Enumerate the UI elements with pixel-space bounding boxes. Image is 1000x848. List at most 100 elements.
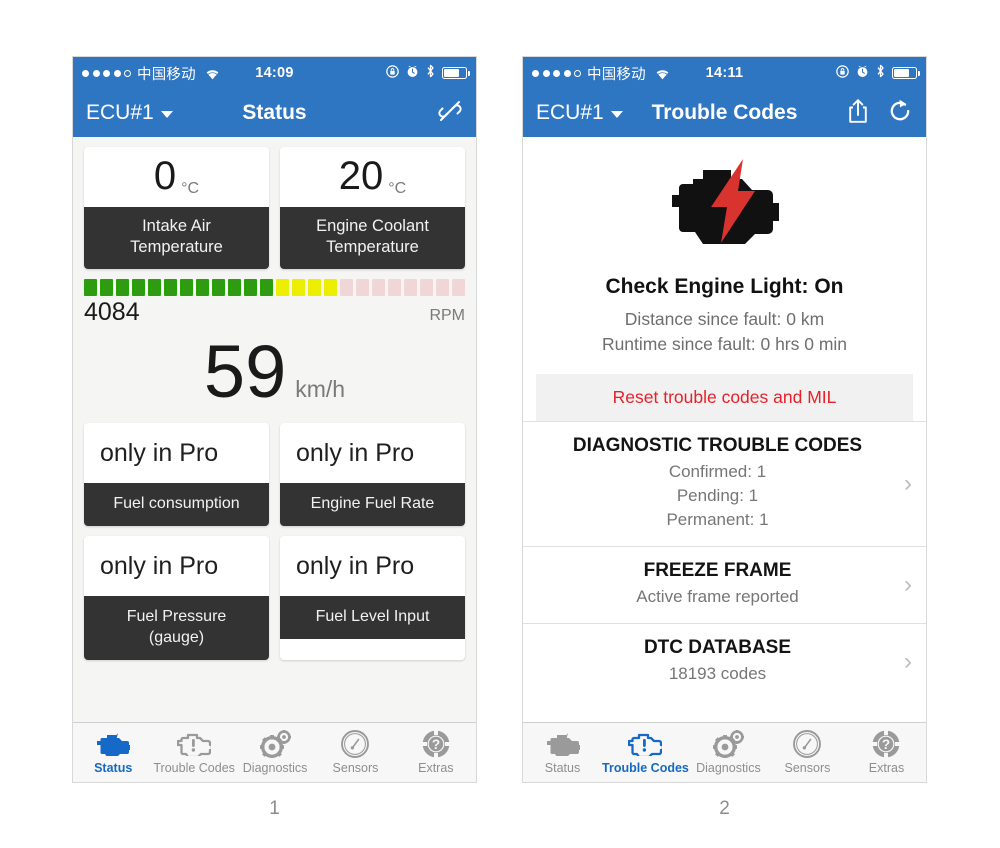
tab-label: Extras — [418, 761, 454, 775]
chevron-down-icon — [610, 110, 623, 118]
chevron-right-icon: › — [904, 571, 912, 599]
confirmed-count: Confirmed: 1 — [668, 461, 767, 481]
gauge-value: 20 — [338, 154, 384, 198]
gauge-value: 0 — [153, 154, 177, 198]
nav-bar-right — [437, 98, 463, 129]
gauge-label: Engine Coolant Temperature — [280, 207, 465, 270]
speed-unit: km/h — [295, 376, 346, 403]
tab-diagnostics[interactable]: Diagnostics — [235, 728, 315, 775]
rpm-segment — [243, 279, 258, 297]
pro-tile-row-2: only in Pro Fuel Pressure (gauge) only i… — [73, 536, 476, 660]
gauge-value-row: 20 °C — [280, 147, 465, 207]
tile-fuel-consumption[interactable]: only in Pro Fuel consumption — [84, 423, 269, 527]
nav-bar-right — [847, 98, 913, 129]
tab-extras[interactable]: ? Extras — [396, 728, 476, 775]
row-subtitle: Confirmed: 1 Pending: 1 Permanent: 1 — [539, 460, 896, 532]
rpm-segment — [115, 279, 130, 297]
tile-value-row: only in Pro — [84, 536, 269, 596]
pro-tile-row-1: only in Pro Fuel consumption only in Pro… — [73, 423, 476, 527]
row-dtc-database[interactable]: DTC DATABASE 18193 codes › — [523, 623, 926, 700]
rpm-segment — [179, 279, 194, 297]
rpm-segment — [451, 279, 466, 297]
share-icon[interactable] — [847, 98, 869, 129]
pending-count: Pending: 1 — [676, 485, 759, 505]
rpm-unit: RPM — [429, 307, 465, 325]
tab-bar: Status Trouble Codes Diagnostics Sensors? Ex… — [73, 722, 476, 782]
tab-label: Extras — [868, 761, 905, 775]
tab-status[interactable]: Status — [523, 728, 602, 775]
unlink-icon[interactable] — [437, 98, 463, 129]
rpm-segment — [339, 279, 354, 297]
rpm-segment — [291, 279, 306, 297]
gauge-icon — [340, 728, 370, 759]
speed-readout[interactable]: 59 km/h — [73, 335, 476, 413]
row-title: DIAGNOSTIC TROUBLE CODES — [572, 434, 863, 456]
help-wheel-icon: ? — [871, 728, 902, 759]
rpm-gauge[interactable]: 4084 RPM — [73, 279, 476, 327]
rpm-segment — [371, 279, 386, 297]
tile-value: only in Pro — [100, 438, 219, 467]
gauge-label-line1: Intake Air — [142, 217, 211, 235]
rotation-lock-icon — [836, 64, 849, 82]
gauge-intake-air-temperature[interactable]: 0 °C Intake Air Temperature — [84, 147, 269, 270]
bluetooth-icon — [876, 64, 885, 82]
rpm-segment-bar — [84, 279, 466, 297]
tile-value-row: only in Pro — [280, 423, 465, 483]
tab-extras[interactable]: ? Extras — [847, 728, 926, 775]
status-bar-right — [836, 64, 920, 82]
permanent-count: Permanent: 1 — [666, 510, 769, 529]
row-diagnostic-trouble-codes[interactable]: DIAGNOSTIC TROUBLE CODES Confirmed: 1 Pe… — [523, 420, 926, 546]
rpm-segment — [435, 279, 450, 297]
tab-sensors[interactable]: Sensors — [768, 728, 847, 775]
row-freeze-frame[interactable]: FREEZE FRAME Active frame reported › — [523, 546, 926, 623]
tab-sensors[interactable]: Sensors — [315, 728, 395, 775]
help-wheel-icon: ? — [420, 728, 451, 759]
figure-caption-2: 2 — [719, 798, 730, 819]
gauge-label-line1: Engine Coolant — [316, 217, 429, 235]
tab-trouble-codes[interactable]: Trouble Codes — [153, 728, 235, 775]
row-subtitle: Active frame reported — [636, 587, 799, 607]
tab-label: Diagnostics — [242, 761, 308, 775]
rpm-segment — [275, 279, 290, 297]
status-dashboard: 0 °C Intake Air Temperature 20 °C Engine… — [73, 137, 476, 782]
gauge-engine-coolant-temperature[interactable]: 20 °C Engine Coolant Temperature — [280, 147, 465, 270]
tile-value: only in Pro — [296, 551, 415, 580]
tile-engine-fuel-rate[interactable]: only in Pro Engine Fuel Rate — [280, 423, 465, 527]
bluetooth-icon — [426, 64, 435, 82]
tab-label: Status — [544, 761, 581, 775]
gears-icon — [711, 728, 745, 759]
gauge-label-line2: Temperature — [326, 238, 419, 257]
rpm-segment — [323, 279, 338, 297]
tab-trouble-codes[interactable]: Trouble Codes — [602, 728, 689, 775]
speed-value: 59 — [203, 330, 287, 414]
check-engine-details: Distance since fault: 0 km Runtime since… — [523, 307, 926, 358]
ecu-label: ECU#1 — [536, 101, 604, 124]
tile-value-row: only in Pro — [280, 536, 465, 596]
tile-value: only in Pro — [296, 438, 415, 467]
battery-icon — [442, 67, 470, 79]
check-engine-status-title: Check Engine Light: On — [605, 275, 844, 298]
rpm-segment — [259, 279, 274, 297]
figure-canvas: 中国移动 14:09 ECU#1 Status 0 °C Intake Air … — [0, 0, 1000, 848]
rpm-segment — [147, 279, 162, 297]
tab-label: Diagnostics — [696, 761, 761, 775]
gauge-label-line2: Temperature — [130, 238, 223, 257]
gauge-unit: °C — [388, 180, 407, 197]
figure-caption-1: 1 — [269, 798, 280, 819]
gauge-unit: °C — [181, 180, 200, 197]
temperature-gauge-row: 0 °C Intake Air Temperature 20 °C Engine… — [73, 147, 476, 270]
tile-fuel-level-input[interactable]: only in Pro Fuel Level Input — [280, 536, 465, 660]
status-bar: 中国移动 14:11 — [523, 57, 926, 89]
tile-fuel-pressure-gauge[interactable]: only in Pro Fuel Pressure (gauge) — [84, 536, 269, 660]
refresh-icon[interactable] — [887, 98, 913, 129]
rpm-segment — [195, 279, 210, 297]
tab-status[interactable]: Status — [73, 728, 153, 775]
ecu-selector[interactable]: ECU#1 — [536, 101, 623, 125]
phone-screenshot-2: 中国移动 14:11 ECU#1 Trouble Codes Check Eng… — [522, 56, 927, 783]
tab-bar: Status Trouble Codes Diagnostics Sensors? Ex… — [523, 722, 926, 782]
tab-label: Trouble Codes — [153, 761, 235, 775]
ecu-selector[interactable]: ECU#1 — [86, 101, 173, 125]
reset-trouble-codes-button[interactable]: Reset trouble codes and MIL — [536, 373, 913, 421]
engine-warning-icon — [628, 728, 663, 759]
tab-diagnostics[interactable]: Diagnostics — [689, 728, 768, 775]
